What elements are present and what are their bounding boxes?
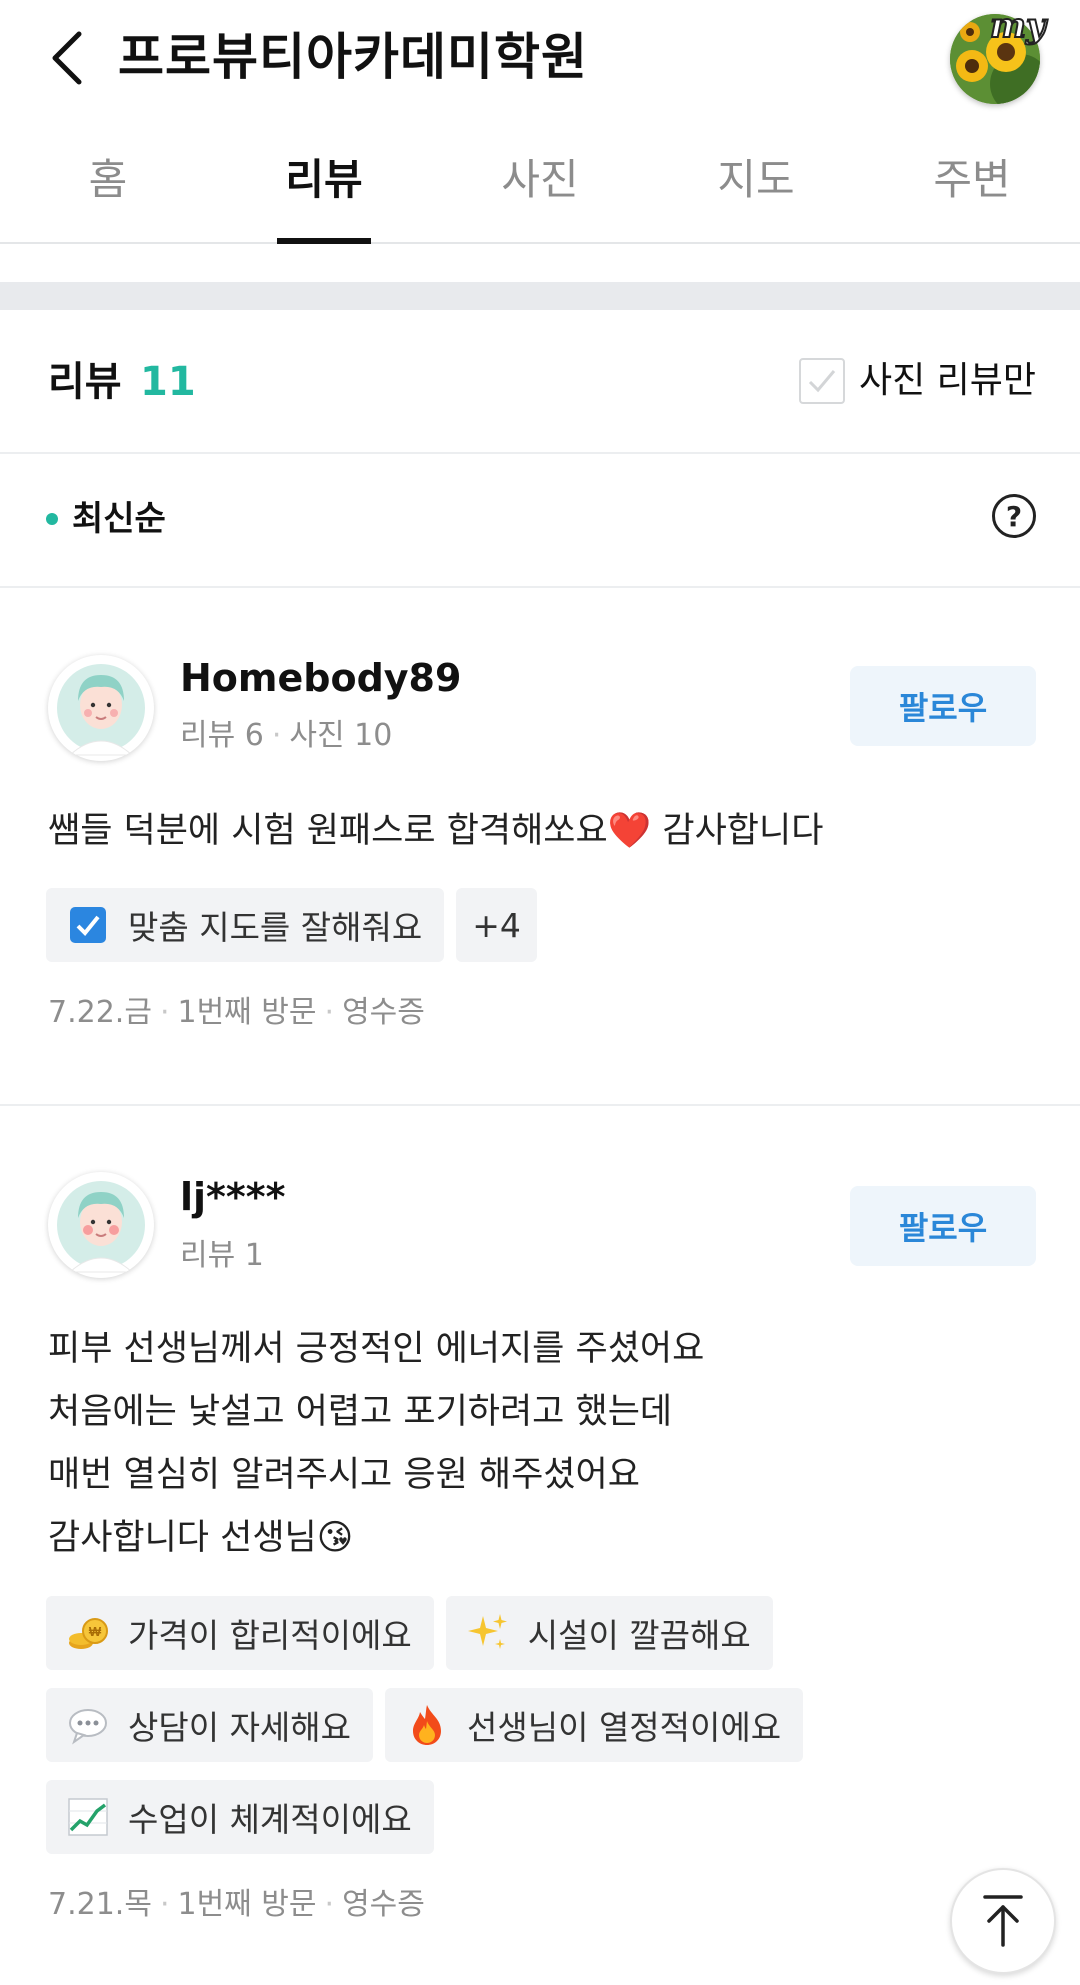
svg-text:₩: ₩ (89, 1624, 102, 1639)
keyword-label: 가격이 합리적이에요 (128, 1616, 412, 1655)
review-divider (0, 1104, 1080, 1106)
checkmark-icon (808, 370, 836, 393)
sort-latest-option[interactable]: 최신순 (46, 494, 166, 544)
user-avatar-icon (57, 1181, 145, 1273)
meta-separator: · (324, 995, 335, 1030)
more-keywords-chip[interactable]: +4 (456, 888, 537, 962)
scroll-to-top-button[interactable] (950, 1868, 1056, 1974)
review-text: 쌤들 덕분에 시험 원패스로 합격해쏘요❤️ 감사합니다 (48, 811, 824, 851)
check-box-icon (66, 903, 110, 947)
photo-count-stat: 사진 10 (289, 718, 393, 753)
review-text-line: 피부 선생님께서 긍정적인 에너지를 주셨어요 (48, 1329, 705, 1369)
sort-label: 최신순 (72, 499, 166, 539)
reviews-count: 11 (140, 359, 196, 405)
follow-button[interactable]: 팔로우 (850, 1186, 1036, 1266)
keyword-label: 수업이 체계적이에요 (128, 1800, 412, 1839)
chevron-left-icon (52, 31, 82, 85)
meta-separator: · (159, 995, 170, 1030)
speech-bubble-icon (66, 1703, 110, 1747)
meta-separator: · (324, 1887, 335, 1922)
keyword-chip: 상담이 자세해요 (46, 1688, 374, 1762)
meta-separator: · (159, 1887, 170, 1922)
visit-count: 1번째 방문 (177, 1887, 317, 1922)
visit-date: 7.21.목 (48, 1887, 152, 1922)
back-button[interactable] (40, 26, 94, 90)
keyword-chip: 선생님이 열정적이에요 (385, 1688, 804, 1762)
keyword-chip: ₩ 가격이 합리적이에요 (46, 1596, 434, 1670)
tab-reviews[interactable]: 리뷰 (216, 140, 432, 242)
sparkles-icon (466, 1611, 510, 1655)
visit-count: 1번째 방문 (177, 995, 317, 1030)
help-icon[interactable]: ? (992, 494, 1036, 538)
tab-map[interactable]: 지도 (648, 140, 864, 242)
page-title: 프로뷰티아카데미학원 (118, 28, 588, 86)
review-footer: 7.22.금 · 1번째 방문 · 영수증 (48, 991, 425, 1035)
keyword-chip: 시설이 깔끔해요 (445, 1596, 773, 1670)
review-text-line: 감사합니다 선생님😘 (48, 1518, 354, 1558)
review-footer: 7.21.목 · 1번째 방문 · 영수증 (48, 1883, 425, 1927)
visit-date: 7.22.금 (48, 995, 152, 1030)
photo-only-checkbox[interactable] (798, 358, 845, 404)
verification-type: 영수증 (342, 1887, 425, 1922)
app-header: 프로뷰티아카데미학원 my (0, 0, 1080, 120)
tab-home[interactable]: 홈 (0, 140, 216, 242)
review-count-stat: 리뷰 6 (180, 718, 264, 753)
review-username[interactable]: Homebody89 (180, 653, 461, 703)
section-divider (0, 282, 1080, 310)
avatar[interactable] (48, 1172, 154, 1278)
keyword-label: 상담이 자세해요 (128, 1708, 352, 1747)
photo-reviews-only-toggle[interactable]: 사진 리뷰만 (798, 356, 1036, 406)
reviews-header: 리뷰 11 사진 리뷰만 (0, 310, 1080, 454)
review-text-line: 매번 열심히 알려주시고 응원 해주셨어요 (48, 1455, 640, 1495)
arrow-up-icon (983, 1895, 1023, 1947)
tab-nearby[interactable]: 주변 (864, 140, 1080, 242)
keyword-label: 맞춤 지도를 잘해줘요 (128, 908, 423, 947)
keyword-label: 시설이 깔끔해요 (527, 1616, 751, 1655)
keyword-label: 선생님이 열정적이에요 (467, 1708, 782, 1747)
follow-button[interactable]: 팔로우 (850, 666, 1036, 746)
review-user-stats: 리뷰 1 (180, 1234, 264, 1278)
chart-increasing-icon (66, 1795, 110, 1839)
keyword-chip: 맞춤 지도를 잘해줘요 (46, 888, 445, 962)
user-avatar-icon (57, 664, 145, 756)
sort-bar: 최신순 ? (0, 454, 1080, 588)
keyword-chip: 수업이 체계적이에요 (46, 1780, 434, 1854)
more-keywords-label: +4 (472, 905, 521, 945)
photo-only-label: 사진 리뷰만 (858, 360, 1036, 401)
verification-type: 영수증 (342, 995, 425, 1030)
review-username[interactable]: lj**** (180, 1172, 286, 1222)
tab-photos[interactable]: 사진 (432, 140, 648, 242)
sort-selected-dot (46, 513, 58, 525)
review-text-line: 처음에는 낯설고 어렵고 포기하려고 했는데 (48, 1392, 673, 1432)
review-count-stat: 리뷰 1 (180, 1238, 264, 1273)
fire-icon (405, 1703, 449, 1747)
coins-icon: ₩ (66, 1611, 110, 1655)
meta-separator: · (271, 718, 282, 753)
avatar[interactable] (48, 655, 154, 761)
review-keywords: 맞춤 지도를 잘해줘요 +4 (46, 888, 1046, 980)
review-user-stats: 리뷰 6 · 사진 10 (180, 714, 392, 758)
reviews-label: 리뷰 (48, 359, 122, 405)
tab-bar: 홈 리뷰 사진 지도 주변 (0, 140, 1080, 244)
review-keywords: ₩ 가격이 합리적이에요 시설이 깔끔해요 상담이 자세해요 선생님이 열정적이… (46, 1596, 1046, 1872)
my-badge: my (989, 5, 1047, 47)
